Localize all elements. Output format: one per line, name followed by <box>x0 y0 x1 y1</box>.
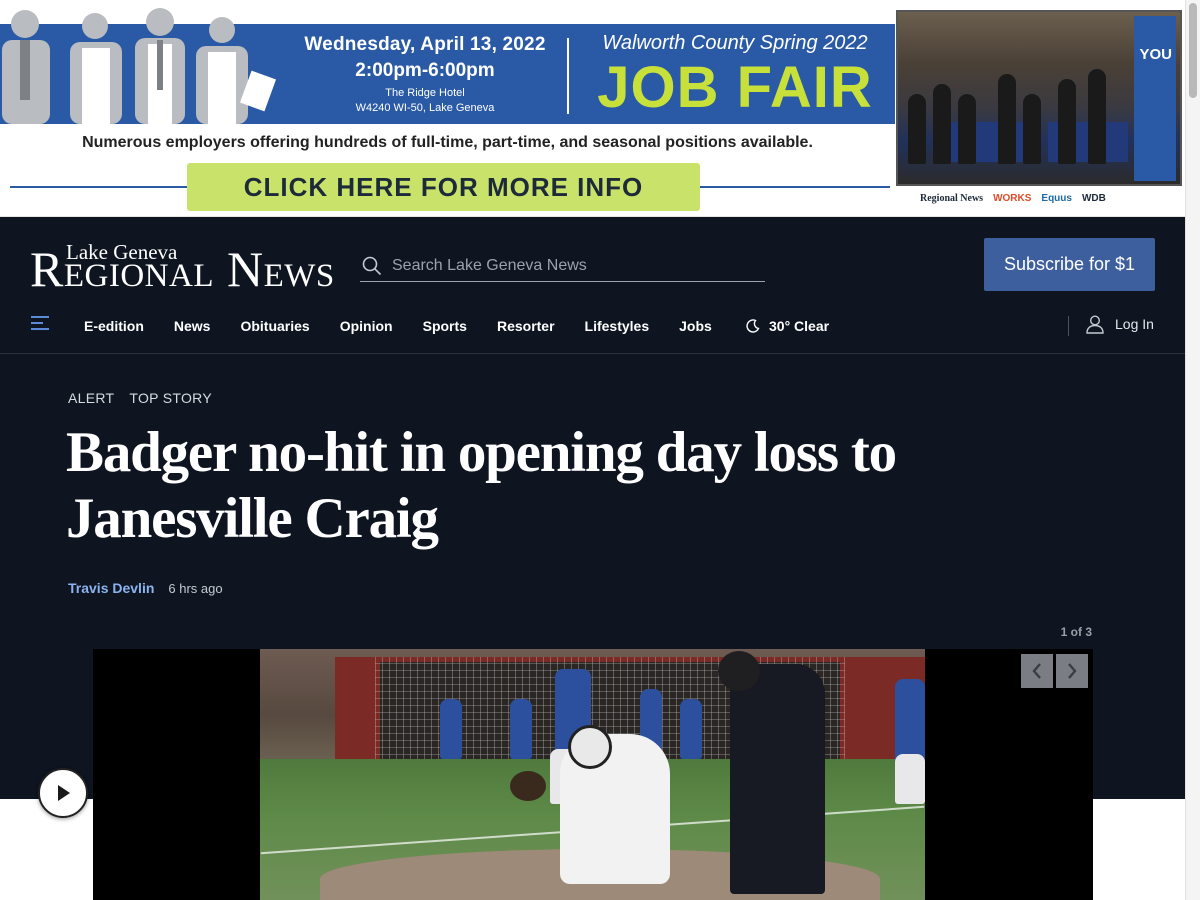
ad-event-title: JOB FAIR <box>597 55 873 120</box>
tag-top-story[interactable]: TOP STORY <box>129 390 212 406</box>
logo-word-ews: EWS <box>263 258 335 294</box>
ad-people-illustration <box>2 8 277 124</box>
gallery-photo-baseball <box>260 649 925 900</box>
nav-item-sports[interactable]: Sports <box>423 318 467 334</box>
nav-separator <box>1068 316 1069 336</box>
logo-letter-r: R <box>30 241 64 297</box>
ad-event-address: W4240 WI-50, Lake Geneva <box>355 102 495 114</box>
moon-icon <box>746 319 760 333</box>
ad-event-venue: The Ridge Hotel <box>385 87 465 99</box>
nav-item-resorter[interactable]: Resorter <box>497 318 555 334</box>
logo-word-egional: EGIONAL <box>63 258 214 294</box>
weather-widget[interactable]: 30° Clear <box>746 318 829 334</box>
ad-more-info-button[interactable]: CLICK HERE FOR MORE INFO <box>187 163 700 211</box>
main-nav: E-edition News Obituaries Opinion Sports… <box>0 312 1185 340</box>
sponsor-equus: Equus <box>1041 193 1072 204</box>
nav-item-e-edition[interactable]: E-edition <box>84 318 144 334</box>
weather-text: 30° Clear <box>769 318 830 334</box>
ad-tagline: Numerous employers offering hundreds of … <box>82 134 813 151</box>
gallery-prev-button[interactable] <box>1021 654 1053 688</box>
tag-alert[interactable]: ALERT <box>68 390 114 406</box>
play-icon <box>58 785 70 801</box>
sponsor-wdb: WDB <box>1081 193 1106 204</box>
nav-item-lifestyles[interactable]: Lifestyles <box>585 318 650 334</box>
scrollbar-thumb[interactable] <box>1189 3 1197 98</box>
ad-divider <box>567 38 569 114</box>
article-timestamp: 6 hrs ago <box>168 581 223 596</box>
nav-items: E-edition News Obituaries Opinion Sports… <box>84 318 742 334</box>
ad-job-fair-photo: YOU <box>896 10 1182 186</box>
chevron-left-icon <box>1032 663 1041 679</box>
nav-item-opinion[interactable]: Opinion <box>340 318 393 334</box>
article-headline: Badger no-hit in opening day loss to Jan… <box>66 421 897 550</box>
chevron-right-icon <box>1068 663 1077 679</box>
login-link[interactable]: Log In <box>1085 314 1154 334</box>
logo-letter-n: N <box>214 241 264 297</box>
logo-bottom-line: REGIONAL NEWS <box>30 244 335 301</box>
article-byline: Travis Devlin 6 hrs ago <box>68 580 223 596</box>
gallery-counter: 1 of 3 <box>1060 625 1092 639</box>
ad-event-series: Walworth County Spring 2022 <box>602 32 868 54</box>
hamburger-menu-icon[interactable] <box>31 316 49 332</box>
ad-event-date: Wednesday, April 13, 2022 <box>304 34 546 55</box>
nav-item-obituaries[interactable]: Obituaries <box>240 318 309 334</box>
author-link[interactable]: Travis Devlin <box>68 580 154 596</box>
sponsor-works: WORKS <box>993 193 1032 204</box>
subscribe-button[interactable]: Subscribe for $1 <box>984 238 1155 291</box>
login-label: Log In <box>1115 316 1154 332</box>
search-bar[interactable] <box>360 250 765 282</box>
photo-gallery[interactable] <box>93 649 1093 900</box>
ad-event-details: Wednesday, April 13, 2022 2:00pm-6:00pm … <box>300 34 550 114</box>
nav-item-news[interactable]: News <box>174 318 211 334</box>
ad-sponsor-logos: Regional News WORKS Equus WDB <box>920 193 1106 204</box>
job-fair-ad-banner[interactable]: Wednesday, April 13, 2022 2:00pm-6:00pm … <box>0 0 1185 217</box>
ad-photo-sign: YOU <box>1139 46 1172 63</box>
user-icon <box>1086 315 1104 334</box>
sponsor-regional-news: Regional News <box>920 193 984 204</box>
nav-item-jobs[interactable]: Jobs <box>679 318 712 334</box>
ad-event-time: 2:00pm-6:00pm <box>355 60 495 81</box>
search-input[interactable] <box>392 256 752 275</box>
audio-play-button[interactable] <box>38 768 88 818</box>
search-icon[interactable] <box>362 256 382 276</box>
article-tags: ALERT TOP STORY <box>68 390 212 406</box>
page-scrollbar[interactable] <box>1185 0 1200 900</box>
gallery-next-button[interactable] <box>1056 654 1088 688</box>
